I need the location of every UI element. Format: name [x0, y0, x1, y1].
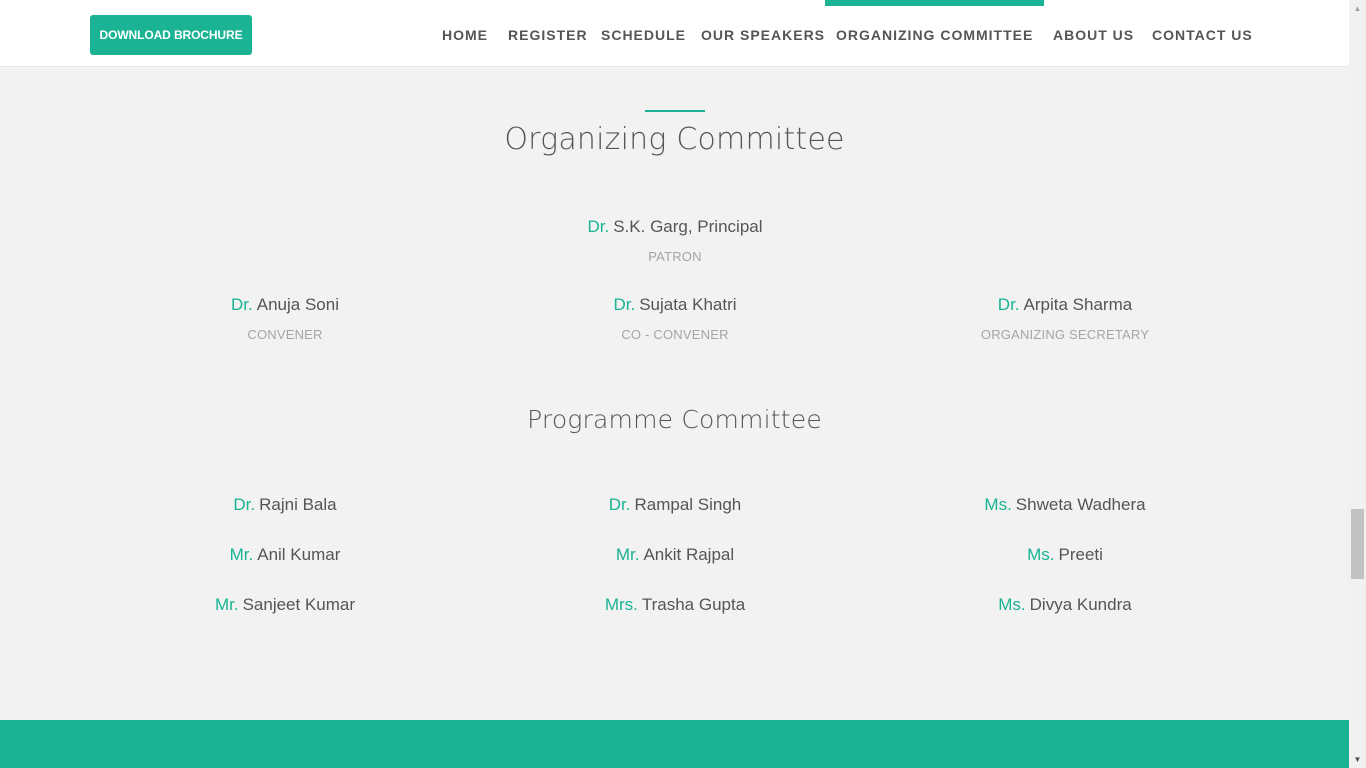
- nav-about-us[interactable]: ABOUT US: [1053, 0, 1134, 67]
- committee-member-convener: Dr. Anuja Soni CONVENER: [95, 295, 475, 342]
- member-name: Arpita Sharma: [1023, 295, 1133, 314]
- nav-our-speakers[interactable]: OUR SPEAKERS: [701, 0, 825, 67]
- member-honorific: Dr.: [231, 295, 253, 314]
- footer-band: [0, 720, 1349, 768]
- page-scrollbar[interactable]: ▲ ▼: [1349, 0, 1366, 768]
- member-role: PATRON: [648, 249, 702, 264]
- member-honorific: Mr.: [214, 595, 239, 614]
- member-honorific: Mr.: [229, 545, 254, 564]
- programme-member: Dr. Rajni Bala: [95, 495, 475, 515]
- nav-home[interactable]: HOME: [442, 0, 488, 67]
- title-divider: [645, 110, 705, 112]
- member-honorific: Dr.: [613, 295, 636, 314]
- programme-member: Ms. Preeti: [875, 545, 1255, 565]
- member-honorific: Dr.: [233, 495, 256, 514]
- download-brochure-button[interactable]: DOWNLOAD BROCHURE: [90, 15, 252, 55]
- programme-member: Mr. Sanjeet Kumar: [95, 595, 475, 615]
- member-honorific: Dr.: [587, 217, 610, 236]
- member-role: CONVENER: [247, 327, 323, 342]
- member-name: Preeti: [1058, 545, 1103, 564]
- member-name: S.K. Garg, Principal: [613, 217, 763, 236]
- programme-member: Ms. Divya Kundra: [875, 595, 1255, 615]
- member-honorific: Ms.: [1027, 545, 1055, 564]
- nav-register[interactable]: REGISTER: [508, 0, 588, 67]
- programme-member: Mr. Anil Kumar: [95, 545, 475, 565]
- member-honorific: Mr.: [615, 545, 640, 564]
- nav-organizing-committee[interactable]: ORGANIZING COMMITTEE: [824, 0, 1045, 67]
- member-honorific: Ms.: [984, 495, 1012, 514]
- member-name: Shweta Wadhera: [1015, 495, 1146, 514]
- committee-member-co-convener: Dr. Sujata Khatri CO - CONVENER: [485, 295, 865, 342]
- member-name: Rajni Bala: [259, 495, 337, 514]
- member-honorific: Dr.: [608, 495, 631, 514]
- member-honorific: Mrs.: [604, 595, 638, 614]
- programme-member: Mr. Ankit Rajpal: [485, 545, 865, 565]
- site-header: DOWNLOAD BROCHURE HOME REGISTER SCHEDULE…: [0, 0, 1349, 67]
- member-name: Ankit Rajpal: [643, 545, 735, 564]
- member-name: Sanjeet Kumar: [242, 595, 356, 614]
- programme-member: Dr. Rampal Singh: [485, 495, 865, 515]
- member-name: Sujata Khatri: [639, 295, 737, 314]
- member-name: Divya Kundra: [1029, 595, 1132, 614]
- member-name: Rampal Singh: [634, 495, 742, 514]
- programme-member: Ms. Shweta Wadhera: [875, 495, 1255, 515]
- member-role: ORGANIZING SECRETARY: [980, 327, 1150, 342]
- programme-committee-title: Programme Committee: [527, 405, 822, 434]
- committee-member-patron: Dr. S.K. Garg, Principal PATRON: [485, 217, 865, 264]
- committee-member-organizing-secretary: Dr. Arpita Sharma ORGANIZING SECRETARY: [875, 295, 1255, 342]
- scroll-down-arrow-icon[interactable]: ▼: [1349, 751, 1366, 768]
- member-name: Anil Kumar: [257, 545, 341, 564]
- member-honorific: Dr.: [997, 295, 1020, 314]
- scroll-thumb[interactable]: [1351, 509, 1364, 579]
- scroll-up-arrow-icon[interactable]: ▲: [1349, 0, 1366, 17]
- programme-member: Mrs. Trasha Gupta: [485, 595, 865, 615]
- organizing-committee-title: Organizing Committee: [504, 122, 845, 157]
- member-name: Anuja Soni: [256, 295, 339, 314]
- member-name: Trasha Gupta: [641, 595, 746, 614]
- nav-contact-us[interactable]: CONTACT US: [1152, 0, 1253, 67]
- member-honorific: Ms.: [998, 595, 1026, 614]
- nav-schedule[interactable]: SCHEDULE: [601, 0, 686, 67]
- member-role: CO - CONVENER: [621, 327, 729, 342]
